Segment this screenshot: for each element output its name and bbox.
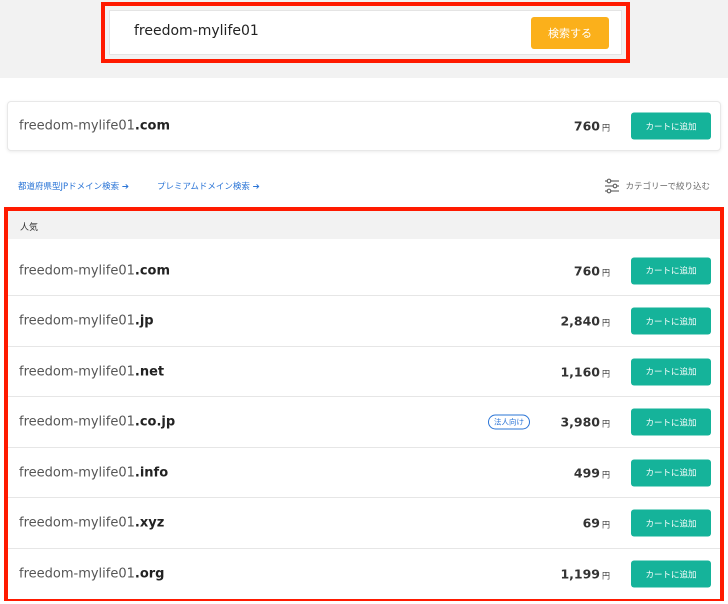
premium-domain-search-link[interactable]: プレミアムドメイン検索 ➔ [157, 180, 260, 192]
add-to-cart-button[interactable]: カートに追加 [631, 509, 711, 537]
domain-name: freedom-mylife01.jp [19, 313, 154, 329]
domain-price: 69 円 [582, 515, 610, 531]
search-box[interactable]: freedom-mylife01 検索する [109, 10, 622, 55]
featured-domain-name: freedom-mylife01.com [19, 118, 171, 134]
domain-row: freedom-mylife01.info 499 円 カートに追加 [8, 448, 720, 498]
domain-row: freedom-mylife01.xyz 69 円 カートに追加 [8, 498, 720, 549]
search-input[interactable]: freedom-mylife01 [134, 23, 259, 39]
domain-row: freedom-mylife01.jp 2,840 円 カートに追加 [8, 296, 720, 347]
domain-name: freedom-mylife01.org [19, 566, 165, 582]
domain-name: freedom-mylife01.net [19, 364, 165, 379]
add-to-cart-button[interactable]: カートに追加 [631, 560, 711, 588]
domain-name: freedom-mylife01.info [19, 465, 169, 480]
search-button[interactable]: 検索する [531, 17, 609, 49]
add-to-cart-button[interactable]: カートに追加 [631, 459, 711, 486]
domain-row: freedom-mylife01.co.jp 法人向け 3,980 円 カートに追加 [8, 397, 720, 448]
domain-price: 760 円 [573, 263, 610, 278]
domain-price: 499 円 [573, 465, 610, 480]
featured-domain-price: 760 円 [573, 118, 610, 134]
category-filter-button[interactable]: カテゴリーで絞り込む [604, 178, 711, 194]
domain-price: 3,980 円 [560, 414, 610, 430]
featured-domain-row: freedom-mylife01.com 760 円 カートに追加 [7, 101, 721, 151]
featured-add-to-cart-button[interactable]: カートに追加 [631, 112, 711, 140]
domain-price: 2,840 円 [560, 313, 610, 329]
popular-heading: 人気 [20, 223, 39, 233]
domain-name: freedom-mylife01.com [19, 263, 171, 278]
domain-row: freedom-mylife01.net 1,160 円 カートに追加 [8, 347, 720, 397]
add-to-cart-button[interactable]: カートに追加 [631, 408, 711, 436]
domain-name: freedom-mylife01.co.jp [19, 414, 176, 430]
domain-price: 1,160 円 [560, 364, 610, 379]
popular-list-header: 人気 [8, 211, 720, 239]
category-filter-label: カテゴリーで絞り込む [625, 182, 711, 192]
domain-row: freedom-mylife01.org 1,199 円 カートに追加 [8, 549, 720, 599]
corporate-badge: 法人向け [488, 414, 530, 430]
domain-row: freedom-mylife01.com 760 円 カートに追加 [8, 246, 720, 296]
sliders-icon [604, 178, 619, 194]
domain-price: 1,199 円 [560, 566, 610, 582]
add-to-cart-button[interactable]: カートに追加 [631, 358, 711, 385]
domain-name: freedom-mylife01.xyz [19, 515, 165, 531]
add-to-cart-button[interactable]: カートに追加 [631, 257, 711, 284]
prefecture-jp-search-link[interactable]: 都道府県型JPドメイン検索 ➔ [18, 180, 129, 192]
add-to-cart-button[interactable]: カートに追加 [631, 307, 711, 335]
